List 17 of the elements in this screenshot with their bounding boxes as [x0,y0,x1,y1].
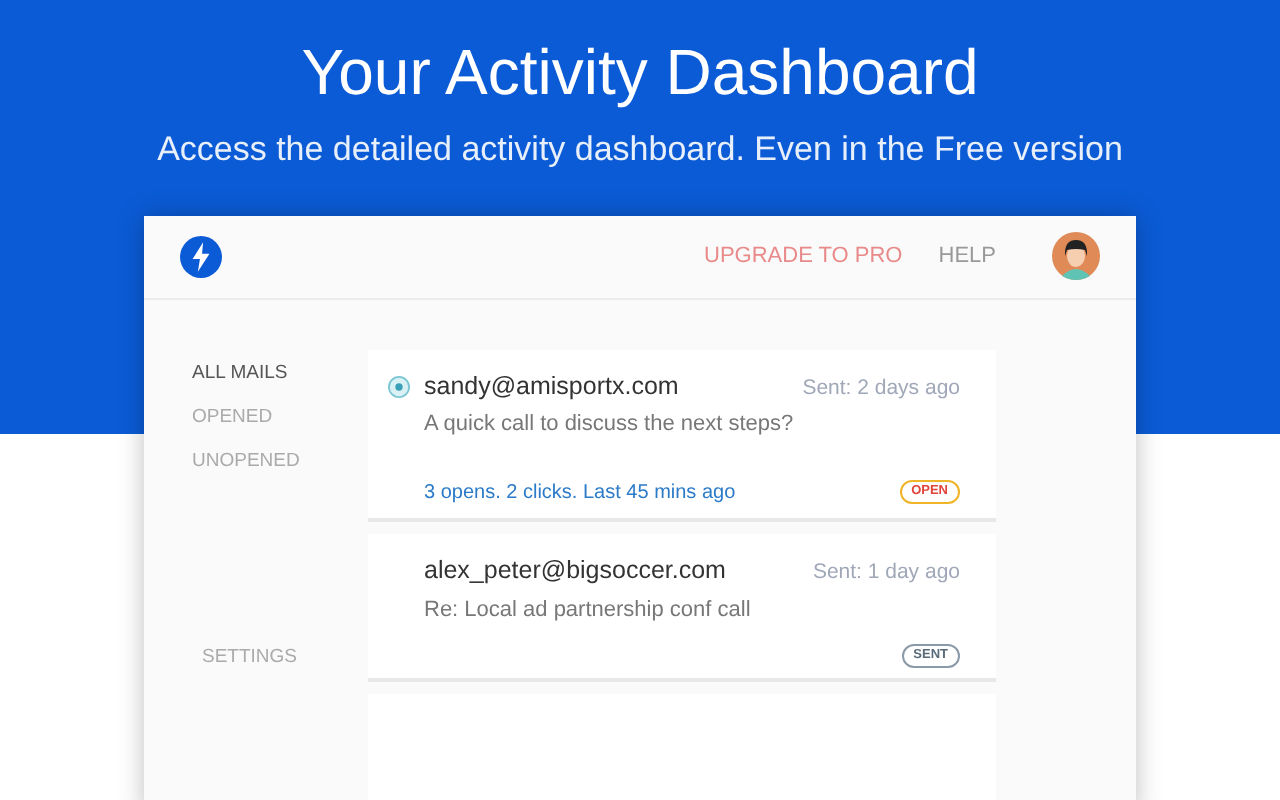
help-link[interactable]: HELP [938,239,996,273]
mail-subject: Re: Local ad partnership conf call [424,595,753,625]
activity-stats[interactable]: 3 opens. 2 clicks. Last 45 mins ago [424,477,736,508]
settings-link[interactable]: SETTINGS [192,644,368,673]
lightning-logo-icon [180,235,222,277]
hero-title: Your Activity Dashboard [301,34,979,112]
nav-item[interactable]: UNOPENED [192,448,300,477]
sent-time: Sent: 2 days ago [802,373,960,403]
sender-email: alex_peter@bigsoccer.com [424,553,726,588]
mail-subject: A quick call to discuss the next steps? [424,410,796,441]
sent-time: Sent: 1 day ago [812,557,960,588]
nav-item[interactable]: ALL MAILS [192,359,288,388]
avatar-icon[interactable] [1052,232,1100,280]
hero-subtitle: Access the detailed activity dashboard. Even in the Free version [157,128,1123,172]
upgrade-link[interactable]: UPGRADE TO PRO [704,239,903,273]
sender-email: sandy@amisportx.com [424,369,679,404]
nav-item[interactable]: OPENED [192,403,273,432]
